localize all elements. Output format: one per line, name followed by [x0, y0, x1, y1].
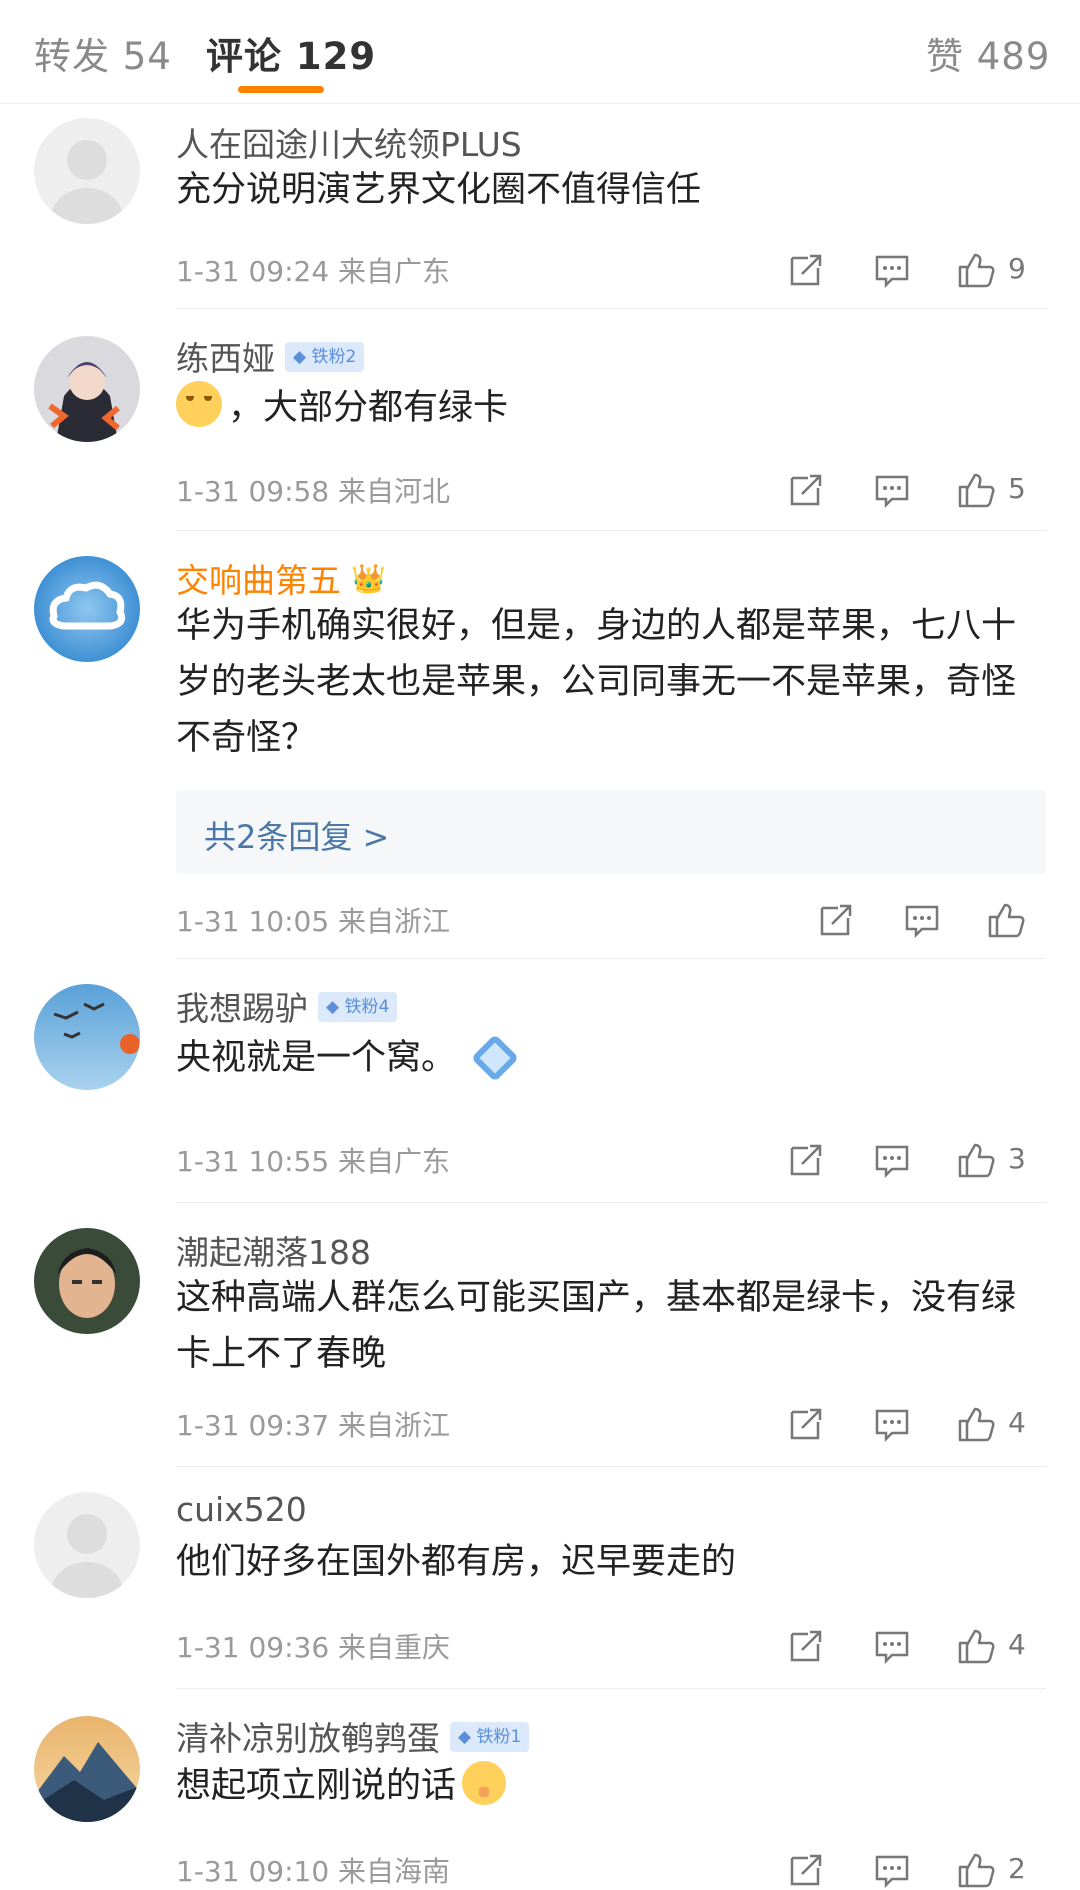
- comment-item: 交响曲第五 👑 华为手机确实很好，但是，身边的人都是苹果，七八十岁的老头老太也是苹…: [0, 532, 1080, 960]
- thumbs-up-icon[interactable]: [956, 1850, 996, 1890]
- comment-icon[interactable]: [872, 1140, 912, 1180]
- fan-badge: ◆ 铁粉1: [450, 1721, 530, 1752]
- thumbs-up-icon[interactable]: [956, 1140, 996, 1180]
- username[interactable]: 人在囧途川大统领PLUS: [176, 118, 522, 166]
- fan-badge: ◆ 铁粉4: [318, 991, 398, 1022]
- repost-icon[interactable]: [786, 1404, 826, 1444]
- tab-repost[interactable]: 转发 54: [34, 26, 172, 80]
- comment-icon[interactable]: [872, 1850, 912, 1890]
- username[interactable]: 练西娅 ◆ 铁粉2: [176, 332, 365, 380]
- comment-text: 这种高端人群怎么可能买国产，基本都是绿卡，没有绿卡上不了春晚: [176, 1278, 1017, 1374]
- comment-item: 人在囧途川大统领PLUS 充分说明演艺界文化圈不值得信任 1-31 09:24 …: [0, 104, 1080, 310]
- comment-meta: 1-31 09:36 来自重庆: [176, 1626, 450, 1666]
- timestamp: 1-31 09:10: [176, 1855, 330, 1888]
- like-count: 5: [1008, 472, 1026, 505]
- avatar[interactable]: [34, 336, 140, 442]
- repost-icon[interactable]: [786, 470, 826, 510]
- comment-actions: 5: [786, 470, 1046, 510]
- shush-emoji-icon: [462, 1761, 507, 1805]
- comment-actions: 3: [786, 1140, 1046, 1180]
- avatar[interactable]: [34, 556, 140, 662]
- username[interactable]: 潮起潮落188: [176, 1226, 371, 1274]
- vip-crown-icon: 👑: [351, 562, 386, 595]
- comment-icon[interactable]: [872, 1404, 912, 1444]
- username[interactable]: 我想踢驴 ◆ 铁粉4: [176, 982, 398, 1030]
- comment-item: 清补凉别放鹌鹑蛋 ◆ 铁粉1 想起项立刚说的话 1-31 09:10 来自海南 2: [0, 1690, 1080, 1889]
- like-count: 9: [1008, 252, 1026, 285]
- comment-actions: [786, 900, 1046, 940]
- comment-meta: 1-31 09:37 来自浙江: [176, 1404, 450, 1444]
- comment-item: 潮起潮落188 这种高端人群怎么可能买国产，基本都是绿卡，没有绿卡上不了春晚 1…: [0, 1204, 1080, 1468]
- avatar[interactable]: [34, 984, 140, 1090]
- timestamp: 1-31 09:24: [176, 255, 330, 288]
- username[interactable]: 交响曲第五 👑: [176, 554, 386, 602]
- avatar[interactable]: [34, 118, 140, 224]
- location: 来自广东: [338, 1145, 451, 1178]
- comment-item: 我想踢驴 ◆ 铁粉4 央视就是一个窝。 1-31 10:55 来自广东 3: [0, 960, 1080, 1204]
- like-count: 4: [1008, 1406, 1026, 1439]
- like-count: 3: [1008, 1142, 1026, 1175]
- comment-meta: 1-31 10:05 来自浙江: [176, 900, 450, 940]
- thumbs-up-icon[interactable]: [956, 1626, 996, 1666]
- comment-text: 想起项立刚说的话: [176, 1758, 1046, 1814]
- comment-meta: 1-31 09:58 来自河北: [176, 470, 450, 510]
- comment-icon[interactable]: [872, 250, 912, 290]
- location: 来自海南: [338, 1855, 451, 1888]
- comment-item: cuix520 他们好多在国外都有房，迟早要走的 1-31 09:36 来自重庆…: [0, 1468, 1080, 1690]
- comment-item: 练西娅 ◆ 铁粉2 ，大部分都有绿卡 1-31 09:58 来自河北 5: [0, 310, 1080, 532]
- location: 来自浙江: [338, 1409, 451, 1442]
- laughing-crying-emoji-icon: [176, 381, 222, 427]
- thumbs-up-icon[interactable]: [956, 250, 996, 290]
- comment-actions: 4: [786, 1626, 1046, 1666]
- repost-icon[interactable]: [816, 900, 856, 940]
- timestamp: 1-31 09:37: [176, 1409, 330, 1442]
- avatar[interactable]: [34, 1228, 140, 1334]
- repost-icon[interactable]: [786, 1140, 826, 1180]
- comment-meta: 1-31 09:10 来自海南: [176, 1850, 450, 1890]
- comment-text: ，大部分都有绿卡: [176, 380, 1046, 436]
- location: 来自广东: [338, 255, 451, 288]
- comment-actions: 2: [786, 1850, 1046, 1890]
- repost-icon[interactable]: [786, 1850, 826, 1890]
- timestamp: 1-31 10:55: [176, 1145, 330, 1178]
- repost-icon[interactable]: [786, 250, 826, 290]
- location: 来自重庆: [338, 1631, 451, 1664]
- location: 来自浙江: [338, 905, 451, 938]
- active-tab-indicator: [238, 86, 324, 93]
- thumbs-up-icon[interactable]: [956, 470, 996, 510]
- comment-actions: 4: [786, 1404, 1046, 1444]
- like-count: 2: [1008, 1852, 1026, 1885]
- reply-summary[interactable]: 共2条回复 >: [176, 790, 1046, 874]
- avatar[interactable]: [34, 1492, 140, 1598]
- username[interactable]: cuix520: [176, 1490, 307, 1529]
- comment-text: 他们好多在国外都有房，迟早要走的: [176, 1542, 737, 1582]
- fan-badge: ◆ 铁粉2: [285, 341, 365, 372]
- tab-like[interactable]: 赞 489: [926, 26, 1050, 80]
- timestamp: 1-31 10:05: [176, 905, 330, 938]
- comment-text: 充分说明演艺界文化圈不值得信任: [176, 170, 702, 210]
- like-count: 4: [1008, 1628, 1026, 1661]
- comment-icon[interactable]: [902, 900, 942, 940]
- comment-tabs: 转发 54 评论 129 赞 489: [0, 0, 1080, 104]
- location: 来自河北: [338, 475, 451, 508]
- comment-actions: 9: [786, 250, 1046, 290]
- avatar[interactable]: [34, 1716, 140, 1822]
- username[interactable]: 清补凉别放鹌鹑蛋 ◆ 铁粉1: [176, 1712, 530, 1760]
- repost-icon[interactable]: [786, 1626, 826, 1666]
- comment-icon[interactable]: [872, 1626, 912, 1666]
- comment-meta: 1-31 10:55 来自广东: [176, 1140, 450, 1180]
- timestamp: 1-31 09:36: [176, 1631, 330, 1664]
- thumbs-up-icon[interactable]: [986, 900, 1026, 940]
- comment-meta: 1-31 09:24 来自广东: [176, 250, 450, 290]
- comment-icon[interactable]: [872, 470, 912, 510]
- diamond-sticker-icon: [470, 1033, 520, 1083]
- timestamp: 1-31 09:58: [176, 475, 330, 508]
- tab-comment[interactable]: 评论 129: [206, 26, 376, 80]
- comment-text: 华为手机确实很好，但是，身边的人都是苹果，七八十岁的老头老太也是苹果，公司同事无…: [176, 606, 1017, 758]
- comment-text: 央视就是一个窝。: [176, 1030, 1046, 1086]
- thumbs-up-icon[interactable]: [956, 1404, 996, 1444]
